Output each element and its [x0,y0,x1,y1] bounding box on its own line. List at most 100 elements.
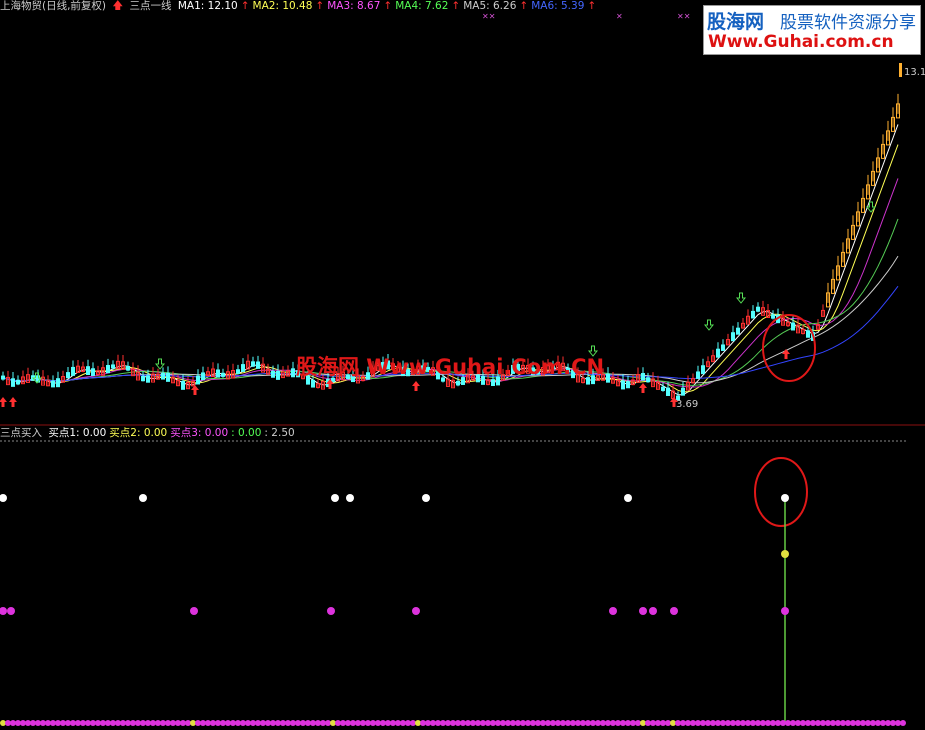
candle-body [626,381,630,389]
candle-body [216,369,220,378]
buy-point-1-dot [0,494,7,502]
ma-label-4: MA4: 7.62 [395,0,449,12]
cross-marker-icon: ✕ [616,12,623,21]
candle-body [201,372,205,381]
candle-body [771,314,775,319]
stock-name[interactable]: 上海物贸(日线,前复权) [0,0,106,12]
candle-body [716,348,720,358]
candle-body [111,364,115,369]
ma-label-2: MA2: 10.48 [252,0,313,12]
up-arrow-icon: ↑ [315,0,325,12]
ma-label-3: MA3: 8.67 [327,0,381,12]
candle-body [51,380,55,388]
up-arrow-icon: ↑ [587,0,597,12]
buy-point-3-dot [670,607,678,615]
candle-body [221,372,225,377]
cross-marker-icon: ✕✕ [482,12,496,21]
green-down-arrow-icon [703,319,715,331]
buy-point-1-dot [422,494,430,502]
ma-labels: MA1: 12.10 ↑ MA2: 10.48 ↑ MA3: 8.67 ↑ MA4: 7.6… [178,0,599,12]
candle-body [311,379,315,388]
candle-body [271,370,275,378]
price-high-label: 13.1 [904,67,925,78]
up-arrow-icon: ↑ [383,0,393,12]
candle-body [721,344,725,351]
sub-indicator-name[interactable]: 三点买入 [0,427,42,439]
buy-point-1-dot [139,494,147,502]
buy-point-3-dot [639,607,647,615]
candle-body [791,322,795,331]
buy-point-1-dot [781,494,789,502]
candle-body [736,327,740,335]
watermark-text: 股海网 Www.Guhai.Com.CN [296,355,605,379]
red-up-arrow-icon [782,349,790,359]
candle-body [196,375,200,385]
buy-point-3-dot [609,607,617,615]
candle-body [106,365,110,374]
candle-body [66,372,70,379]
buy-point-3-dot [0,607,7,615]
candle-body [126,365,130,371]
buy-dots [0,494,789,615]
logo-url: Www.Guhai.com.cn [708,32,894,52]
candle-body [146,375,150,383]
buy-point-3-dot [781,607,789,615]
buy-point-3-dot [7,607,15,615]
candle-body [681,387,685,396]
candle-body [291,368,295,378]
candle-body [646,377,650,383]
sub-chart-header: 三点买入 买点1: 0.00 买点2: 0.00 买点3: 0.00: 0.00: … [0,427,301,441]
buy-point-3-dot [327,607,335,615]
candle-body [641,372,645,381]
price-low-label: 3.69 [676,399,698,410]
candle-body [251,361,255,367]
ma-label-5: MA5: 6.26 [463,0,517,12]
buy-point-2-dot [781,550,789,558]
red-up-arrow-icon [412,381,420,391]
candle-body [751,310,755,319]
buy-point-label-3: 买点3: 0.00 [170,427,229,439]
buy-point-3-dot [649,607,657,615]
red-up-arrow-icon [9,397,17,407]
bottom-dot [900,720,906,726]
indicator-name[interactable]: 三点一线 [130,0,172,12]
buy-point-1-dot [346,494,354,502]
candle-body [166,372,170,382]
candle-body [236,369,240,374]
red-up-arrow-icon [191,385,199,395]
candle-body [56,378,60,388]
buy-point-3-dot [412,607,420,615]
candle-body [161,372,165,380]
candle-body [181,380,185,390]
logo-title: 股海网 [707,11,765,33]
buy-point-3-dot [190,607,198,615]
candle-body [701,365,705,375]
bottom-dot-row [0,720,906,726]
candle-body [91,368,95,377]
candle-body [241,364,245,372]
candle-body [141,375,145,382]
candle-body [71,366,75,376]
ma-label-1: MA1: 12.10 [177,0,238,12]
buy-point-labels: 买点1: 0.00 买点2: 0.00 买点3: 0.00: 0.00: 2.50 [48,427,297,439]
candle-body [621,380,625,390]
candle-body [276,370,280,380]
red-up-arrow-icon [0,397,7,407]
candle-body [456,380,460,386]
candle-body [11,378,15,387]
buy-point-1-dot [331,494,339,502]
buy-point-label-2: 买点2: 0.00 [109,427,168,439]
buy-point-1-dot [624,494,632,502]
buy-point-label-4: : 0.00 [231,427,262,439]
candle-body [731,332,735,342]
main-chart-header: 上海物贸(日线,前复权) 🡅 三点一线 MA1: 12.10 ↑ MA2: 10.4… [0,0,602,14]
up-arrow-icon: ↑ [519,0,529,12]
candle-body [1,375,5,380]
price-high-marker [899,63,902,77]
candle-body [86,366,90,375]
site-logo[interactable]: 股海网 股票软件资源分享 Www.Guhai.com.cn [703,5,921,55]
candle-body [756,306,760,312]
buy-point-label-5: : 2.50 [264,427,295,439]
candle-body [606,373,610,383]
candle-body [806,330,810,338]
